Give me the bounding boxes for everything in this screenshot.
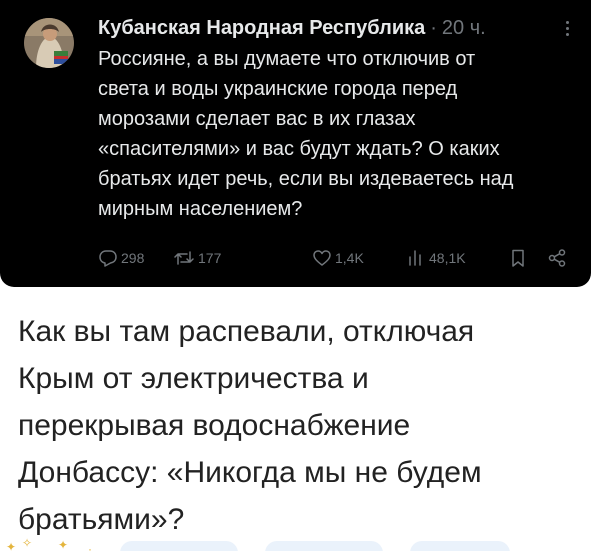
- retweet-icon: [174, 251, 194, 265]
- caption-line: Донбассу: «Никогда мы не будем: [18, 456, 482, 489]
- avatar-image: [24, 18, 74, 68]
- views-icon: [409, 250, 421, 266]
- retweet-button[interactable]: 177: [173, 246, 221, 270]
- tweet-text-line: «спасителями» и вас будут ждать? О каких: [98, 138, 500, 160]
- tweet-card[interactable]: Кубанская Народная Республика · 20 ч. Ро…: [0, 0, 591, 287]
- tweet-text-line: Россияне, а вы думаете что отключив от: [98, 48, 476, 70]
- caption-line: Крым от электричества и: [18, 362, 369, 395]
- bookmark-icon: [512, 249, 524, 267]
- author-name[interactable]: Кубанская Народная Республика: [98, 17, 425, 40]
- sparkle-icon: ✧: [22, 536, 33, 550]
- message-caption: Как вы там распевали, отключая Крым от э…: [18, 308, 578, 543]
- reply-count: 298: [121, 250, 145, 266]
- tweet-text-line: света и воды украинские города перед: [98, 78, 458, 100]
- tweet-text-line: морозами сделает вас в их глазах: [98, 108, 416, 130]
- share-button[interactable]: [547, 246, 567, 270]
- bookmark-button[interactable]: [508, 246, 528, 270]
- reaction-button[interactable]: [410, 541, 510, 551]
- sparkle-icon: ·: [88, 542, 92, 551]
- action-bar: 298 177 1,4K 48,1K: [98, 246, 578, 270]
- avatar[interactable]: [24, 18, 74, 68]
- reply-button[interactable]: 298: [98, 246, 144, 270]
- sparkle-icon: ✦: [6, 540, 17, 551]
- like-count: 1,4K: [335, 250, 364, 266]
- caption-line: братьями»?: [18, 503, 185, 536]
- reaction-button[interactable]: [120, 541, 238, 551]
- reaction-button[interactable]: [265, 541, 383, 551]
- tweet-text: Россияне, а вы думаете что отключив от с…: [98, 44, 578, 224]
- views-button[interactable]: 48,1K: [406, 246, 466, 270]
- like-icon: [313, 250, 331, 266]
- retweet-count: 177: [198, 250, 222, 266]
- tweet-text-line: мирным населением?: [98, 198, 303, 220]
- header-separator: ·: [430, 16, 437, 39]
- like-button[interactable]: 1,4K: [312, 246, 364, 270]
- post-timestamp[interactable]: 20 ч.: [442, 17, 486, 40]
- caption-line: Как вы там распевали, отключая: [18, 315, 475, 348]
- views-count: 48,1K: [429, 250, 466, 266]
- sparkle-icon: ✦: [58, 538, 69, 551]
- more-icon[interactable]: [557, 16, 577, 40]
- caption-line: перекрывая водоснабжение: [18, 409, 411, 442]
- post-header: Кубанская Народная Республика · 20 ч.: [98, 14, 577, 42]
- reply-icon: [99, 250, 117, 267]
- share-icon: [548, 249, 566, 267]
- tweet-text-line: братьях идет речь, если вы издеваетесь н…: [98, 168, 514, 190]
